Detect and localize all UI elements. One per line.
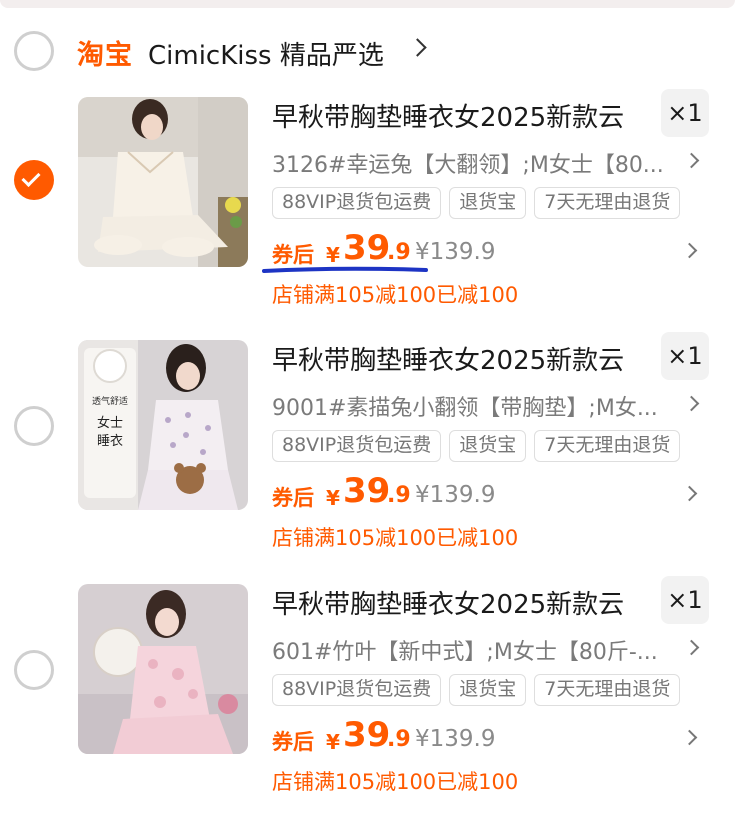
chevron-right-icon[interactable] <box>683 639 700 656</box>
cart-item[interactable]: 早秋带胸垫睡衣女2025新款云 ×1 601#竹叶【新中式】;M女士【80斤-.… <box>0 576 735 819</box>
tag-88vip: 88VIP退货包运费 <box>272 674 442 706</box>
service-tags: 88VIP退货包运费 退货宝 7天无理由退货 <box>272 187 681 219</box>
cart-item[interactable]: 透气舒适 女士 睡衣 早秋带胸垫睡衣女2025新款云 ×1 9001#素描兔小翻… <box>0 332 735 580</box>
service-tags: 88VIP退货包运费 退货宝 7天无理由退货 <box>272 674 681 706</box>
chevron-right-icon[interactable] <box>683 152 700 169</box>
promo-text: 店铺满105减100已减100 <box>272 283 519 307</box>
product-title[interactable]: 早秋带胸垫睡衣女2025新款云 <box>272 340 624 377</box>
price-row[interactable]: 券后 ¥ 39 .9 ¥139.9 <box>272 228 712 271</box>
chevron-right-icon[interactable] <box>408 38 427 57</box>
price-decimal: .9 <box>387 483 411 508</box>
original-price: ¥139.9 <box>415 482 496 508</box>
promo-text: 店铺满105减100已减100 <box>272 526 519 550</box>
thumb-caption: 女士 <box>96 416 123 431</box>
tag-7day-return: 7天无理由退货 <box>534 430 681 462</box>
cart-item[interactable]: 早秋带胸垫睡衣女2025新款云 ×1 3126#幸运兔【大翻领】;M女士【80.… <box>0 89 735 337</box>
quantity-badge[interactable]: ×1 <box>661 576 709 624</box>
price-integer: 39 <box>343 228 391 268</box>
chevron-right-icon[interactable] <box>681 729 698 746</box>
original-price: ¥139.9 <box>415 726 496 752</box>
original-price: ¥139.9 <box>415 239 496 265</box>
sku-selector[interactable]: 9001#素描兔小翻领【带胸垫】;M女... <box>272 390 682 422</box>
item-select-radio[interactable] <box>14 160 54 200</box>
shop-select-radio[interactable] <box>14 31 54 71</box>
sku-selector[interactable]: 3126#幸运兔【大翻领】;M女士【80... <box>272 147 682 179</box>
shop-header[interactable]: 淘宝 CimicKiss 精品严选 <box>0 22 735 82</box>
chevron-right-icon[interactable] <box>681 242 698 259</box>
promo-text: 店铺满105减100已减100 <box>272 770 519 794</box>
item-select-radio[interactable] <box>14 650 54 690</box>
tag-7day-return: 7天无理由退货 <box>534 674 681 706</box>
service-tags: 88VIP退货包运费 退货宝 7天无理由退货 <box>272 430 681 462</box>
thumb-caption: 睡衣 <box>96 434 123 449</box>
quantity-badge[interactable]: ×1 <box>661 332 709 380</box>
hand-drawn-underline <box>262 266 428 273</box>
product-title[interactable]: 早秋带胸垫睡衣女2025新款云 <box>272 584 624 621</box>
thumb-caption: 透气舒适 <box>91 397 128 407</box>
price-row[interactable]: 券后 ¥ 39 .9 ¥139.9 <box>272 471 712 514</box>
price-row[interactable]: 券后 ¥ 39 .9 ¥139.9 <box>272 715 712 758</box>
product-thumbnail[interactable] <box>78 97 248 267</box>
price-label: 券后 <box>272 486 314 510</box>
sku-selector[interactable]: 601#竹叶【新中式】;M女士【80斤-... <box>272 634 682 666</box>
shop-name[interactable]: CimicKiss 精品严选 <box>148 35 384 72</box>
tag-88vip: 88VIP退货包运费 <box>272 430 442 462</box>
price-label: 券后 <box>272 243 314 267</box>
tag-7day-return: 7天无理由退货 <box>534 187 681 219</box>
price-currency: ¥ <box>326 730 340 754</box>
chevron-right-icon[interactable] <box>683 395 700 412</box>
chevron-right-icon[interactable] <box>681 485 698 502</box>
price-integer: 39 <box>343 715 391 755</box>
item-select-radio[interactable] <box>14 406 54 446</box>
price-currency: ¥ <box>326 243 340 267</box>
product-image <box>78 584 248 754</box>
tag-return-insurance: 退货宝 <box>449 430 527 462</box>
quantity-badge[interactable]: ×1 <box>661 89 709 137</box>
product-thumbnail[interactable]: 透气舒适 女士 睡衣 <box>78 340 248 510</box>
product-thumbnail[interactable] <box>78 584 248 754</box>
tag-return-insurance: 退货宝 <box>449 674 527 706</box>
price-integer: 39 <box>343 471 391 511</box>
product-title[interactable]: 早秋带胸垫睡衣女2025新款云 <box>272 97 624 134</box>
price-currency: ¥ <box>326 486 340 510</box>
previous-card-edge <box>0 0 735 8</box>
price-decimal: .9 <box>387 240 411 265</box>
price-label: 券后 <box>272 730 314 754</box>
price-decimal: .9 <box>387 727 411 752</box>
tag-88vip: 88VIP退货包运费 <box>272 187 442 219</box>
checkmark-icon <box>21 167 41 188</box>
product-image <box>78 97 248 267</box>
platform-label: 淘宝 <box>77 40 133 71</box>
tag-return-insurance: 退货宝 <box>449 187 527 219</box>
